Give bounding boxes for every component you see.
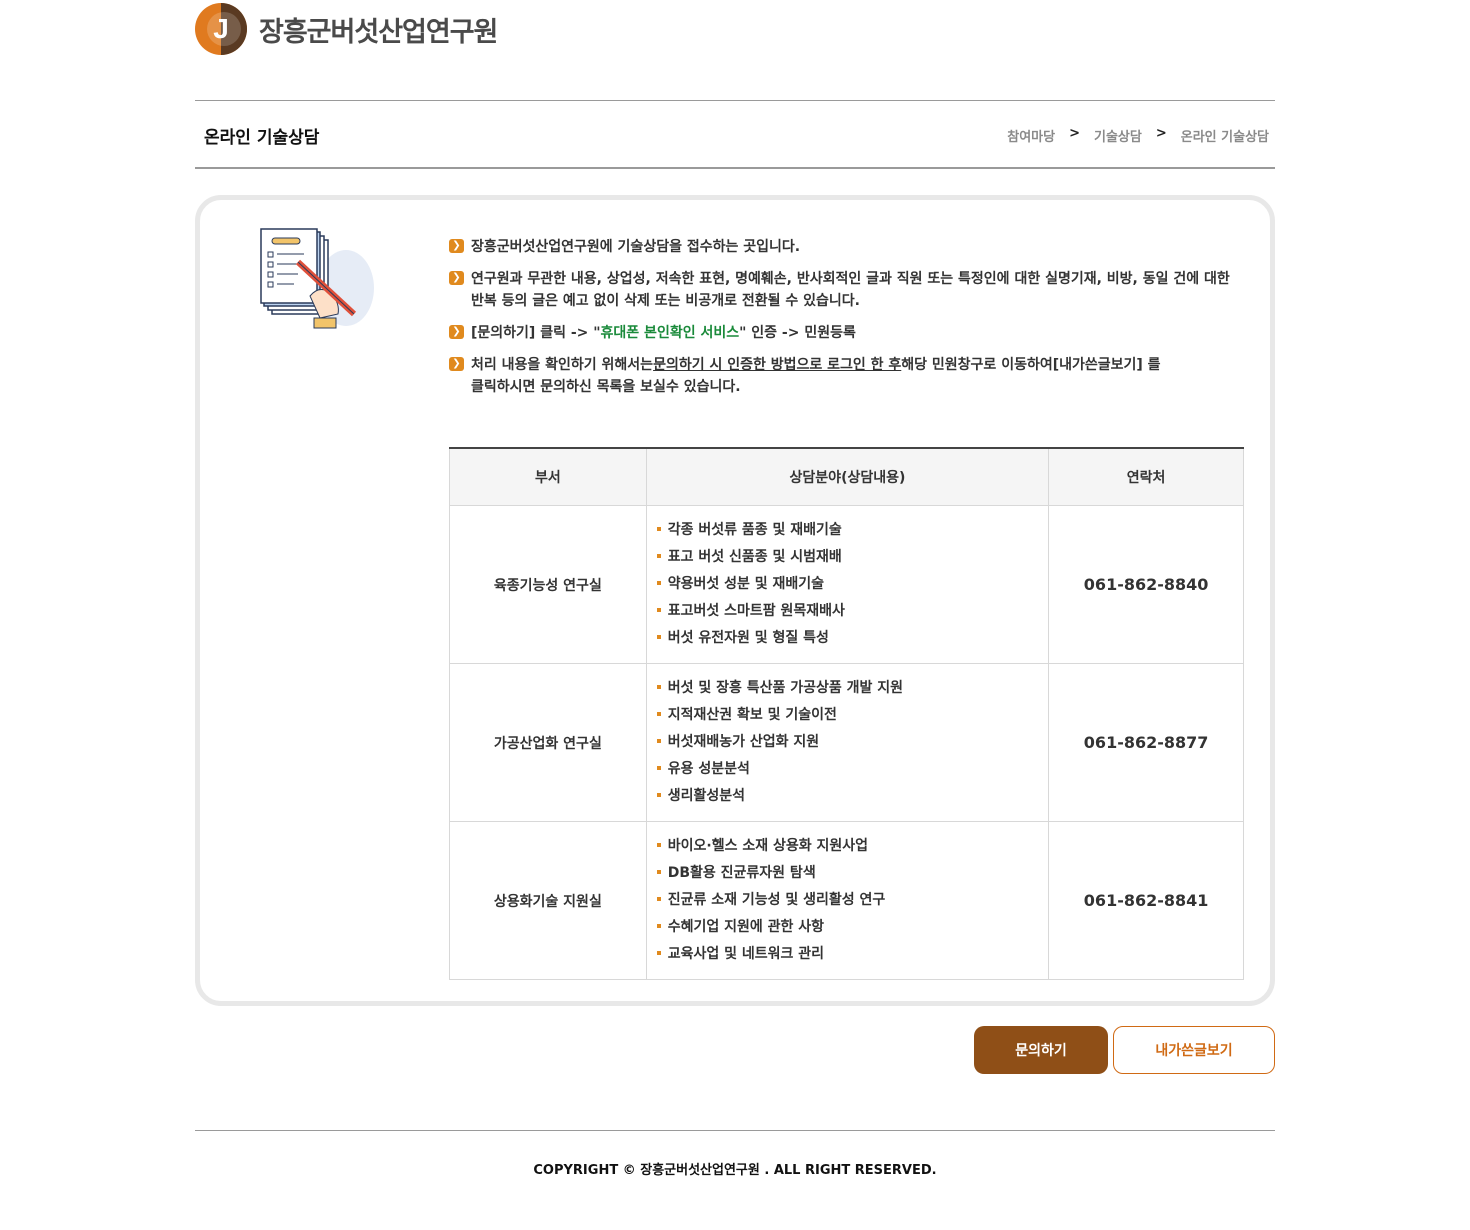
list-item: 각종 버섯류 품종 및 재배기술 xyxy=(656,517,1047,544)
document-pen-icon xyxy=(260,228,374,329)
phone-verification-service: 휴대폰 본인확인 서비스 xyxy=(600,325,740,341)
table-row: 육종기능성 연구실 각종 버섯류 품종 및 재배기술 표고 버섯 신품종 및 시… xyxy=(449,505,1244,664)
contact-phone: 061-862-8841 xyxy=(1048,821,1244,980)
footer-divider xyxy=(195,1130,1275,1131)
list-item: 유용 성분분석 xyxy=(656,756,1047,783)
table-row: 가공산업화 연구실 버섯 및 장흥 특산품 가공상품 개발 지원 지적재산권 확… xyxy=(449,663,1244,822)
site-logo[interactable]: J 장흥군버섯산업연구원 xyxy=(195,2,498,56)
notice-item: ❯ 장흥군버섯산업연구원에 기술상담을 접수하는 곳입니다. xyxy=(449,236,1249,258)
list-item: 버섯재배농가 산업화 지원 xyxy=(656,729,1047,756)
list-item: 표고버섯 스마트팜 원목재배사 xyxy=(656,598,1047,625)
list-item: 바이오·헬스 소재 상용화 지원사업 xyxy=(656,833,1047,860)
page-title: 온라인 기술상담 xyxy=(204,128,320,148)
copyright-text: COPYRIGHT © 장흥군버섯산업연구원 . ALL RIGHT RESER… xyxy=(533,1163,937,1178)
table-row: 상용화기술 지원실 바이오·헬스 소재 상용화 지원사업 DB활용 진균류자원 … xyxy=(449,821,1244,980)
contact-phone: 061-862-8840 xyxy=(1048,505,1244,664)
title-bar: 온라인 기술상담 참여마당 > 기술상담 > 온라인 기술상담 xyxy=(195,100,1275,169)
breadcrumb-item-online-consulting[interactable]: 온라인 기술상담 xyxy=(1181,126,1269,145)
breadcrumb-item-consulting[interactable]: 기술상담 xyxy=(1094,126,1142,145)
contact-phone: 061-862-8877 xyxy=(1048,663,1244,822)
breadcrumb-separator: > xyxy=(1069,126,1080,141)
list-item: 생리활성분석 xyxy=(656,783,1047,810)
list-item: 지적재산권 확보 및 기술이전 xyxy=(656,702,1047,729)
consulting-field-list: 버섯 및 장흥 특산품 가공상품 개발 지원 지적재산권 확보 및 기술이전 버… xyxy=(645,663,1050,822)
chevron-right-icon: ❯ xyxy=(449,239,464,253)
logo-text: 장흥군버섯산업연구원 xyxy=(259,16,498,48)
department-name: 육종기능성 연구실 xyxy=(449,505,647,664)
list-item: 버섯 유전자원 및 형질 특성 xyxy=(656,625,1047,652)
breadcrumb: 참여마당 > 기술상담 > 온라인 기술상담 xyxy=(1007,126,1269,145)
column-header-department: 부서 xyxy=(449,447,647,506)
chevron-right-icon: ❯ xyxy=(449,325,464,339)
notice-list: ❯ 장흥군버섯산업연구원에 기술상담을 접수하는 곳입니다. ❯ 연구원과 무관… xyxy=(449,236,1249,408)
notice-item: ❯ 처리 내용을 확인하기 위해서는문의하기 시 인증한 방법으로 로그인 한 … xyxy=(449,354,1249,398)
list-item: 표고 버섯 신품종 및 시범재배 xyxy=(656,544,1047,571)
notice-item: ❯ [문의하기] 클릭 -> "휴대폰 본인확인 서비스" 인증 -> 민원등록 xyxy=(449,322,1249,344)
consulting-field-list: 각종 버섯류 품종 및 재배기술 표고 버섯 신품종 및 시범재배 약용버섯 성… xyxy=(645,505,1050,664)
department-name: 가공산업화 연구실 xyxy=(449,663,647,822)
list-item: 버섯 및 장흥 특산품 가공상품 개발 지원 xyxy=(656,675,1047,702)
logo-icon: J xyxy=(195,3,247,55)
list-item: 교육사업 및 네트워크 관리 xyxy=(656,941,1047,968)
department-table: 부서 상담분야(상담내용) 연락처 육종기능성 연구실 각종 버섯류 품종 및 … xyxy=(449,447,1244,980)
my-posts-button[interactable]: 내가쓴글보기 xyxy=(1113,1026,1275,1074)
notice-item: ❯ 연구원과 무관한 내용, 상업성, 저속한 표현, 명예훼손, 반사회적인 … xyxy=(449,268,1249,312)
list-item: 수혜기업 지원에 관한 사항 xyxy=(656,914,1047,941)
inquiry-button[interactable]: 문의하기 xyxy=(974,1026,1108,1074)
chevron-right-icon: ❯ xyxy=(449,271,464,285)
department-name: 상용화기술 지원실 xyxy=(449,821,647,980)
breadcrumb-separator: > xyxy=(1155,126,1167,141)
chevron-right-icon: ❯ xyxy=(449,357,464,371)
list-item: DB활용 진균류자원 탐색 xyxy=(656,860,1047,887)
list-item: 약용버섯 성분 및 재배기술 xyxy=(656,571,1047,598)
consulting-field-list: 바이오·헬스 소재 상용화 지원사업 DB활용 진균류자원 탐색 진균류 소재 … xyxy=(645,821,1050,980)
column-header-contact: 연락처 xyxy=(1048,447,1244,506)
table-header-row: 부서 상담분야(상담내용) 연락처 xyxy=(449,447,1244,506)
list-item: 진균류 소재 기능성 및 생리활성 연구 xyxy=(656,887,1047,914)
breadcrumb-item-participation[interactable]: 참여마당 xyxy=(1007,126,1055,145)
column-header-field: 상담분야(상담내용) xyxy=(645,447,1050,506)
